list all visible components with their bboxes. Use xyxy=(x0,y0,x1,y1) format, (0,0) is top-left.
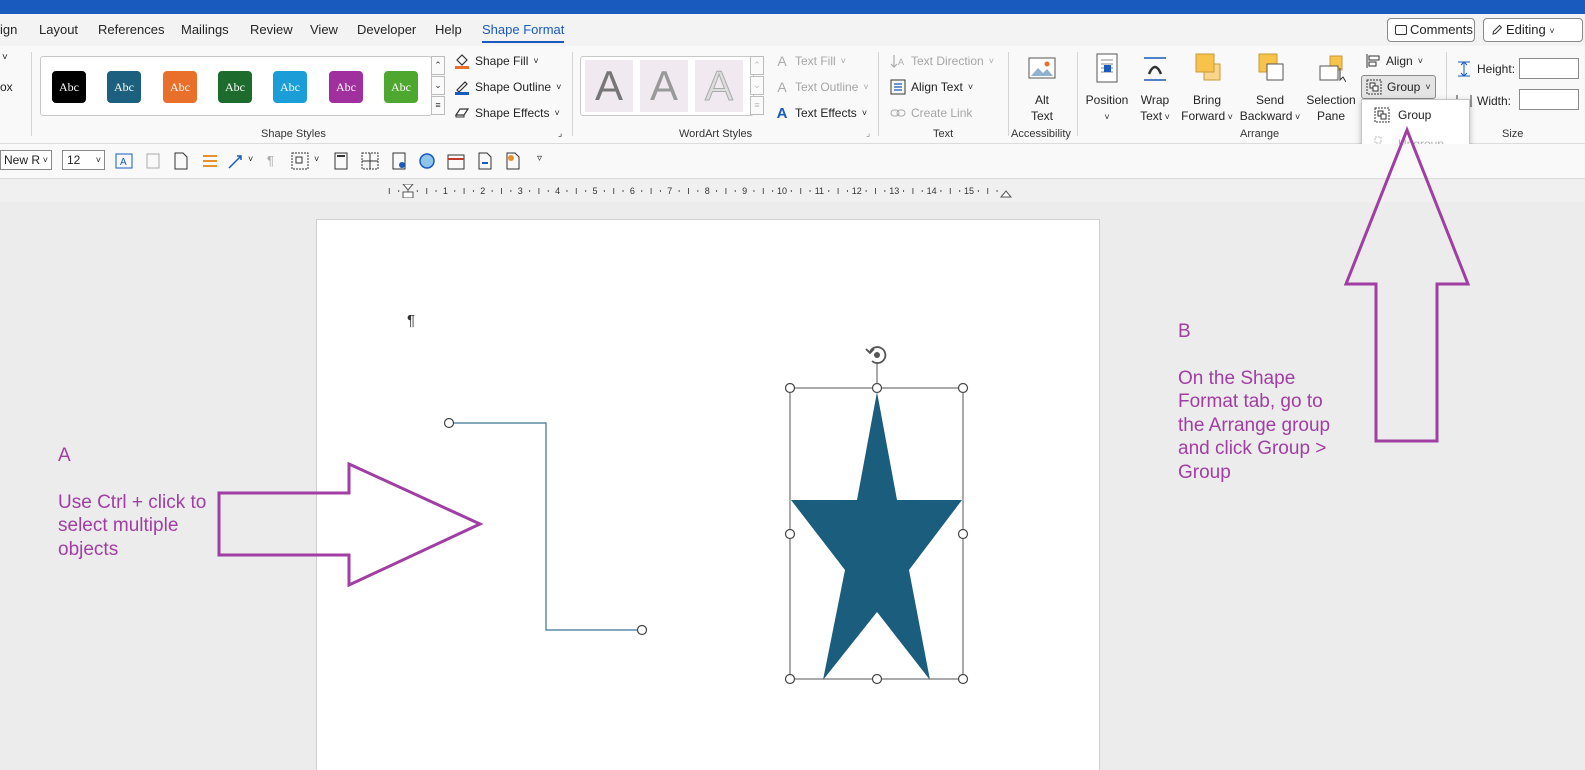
rotate-handle-icon[interactable] xyxy=(865,346,887,364)
resize-handle xyxy=(957,382,969,394)
resize-handle xyxy=(957,528,969,540)
resize-handle xyxy=(784,382,796,394)
annotation-a-letter: A xyxy=(58,444,71,466)
resize-handle xyxy=(784,528,796,540)
annotation-a-text: Use Ctrl + click to select multiple obje… xyxy=(58,491,207,560)
annotation-b: B On the Shape Format tab, go to the Arr… xyxy=(1178,296,1330,508)
annotation-a: A Use Ctrl + click to select multiple ob… xyxy=(58,420,206,585)
annotation-b-letter: B xyxy=(1178,320,1191,342)
resize-handle xyxy=(957,673,969,685)
connector-end-handle[interactable] xyxy=(636,624,648,636)
annotation-b-text: On the Shape Format tab, go to the Arran… xyxy=(1178,367,1331,483)
resize-handle xyxy=(784,673,796,685)
connector-start-handle[interactable] xyxy=(443,417,455,429)
resize-handle xyxy=(871,673,883,685)
annotation-arrow-up xyxy=(1343,125,1471,443)
drawing-layer xyxy=(217,125,1471,685)
resize-handle xyxy=(871,382,883,394)
annotation-arrow-right xyxy=(217,461,484,588)
star-shape[interactable] xyxy=(791,392,962,680)
